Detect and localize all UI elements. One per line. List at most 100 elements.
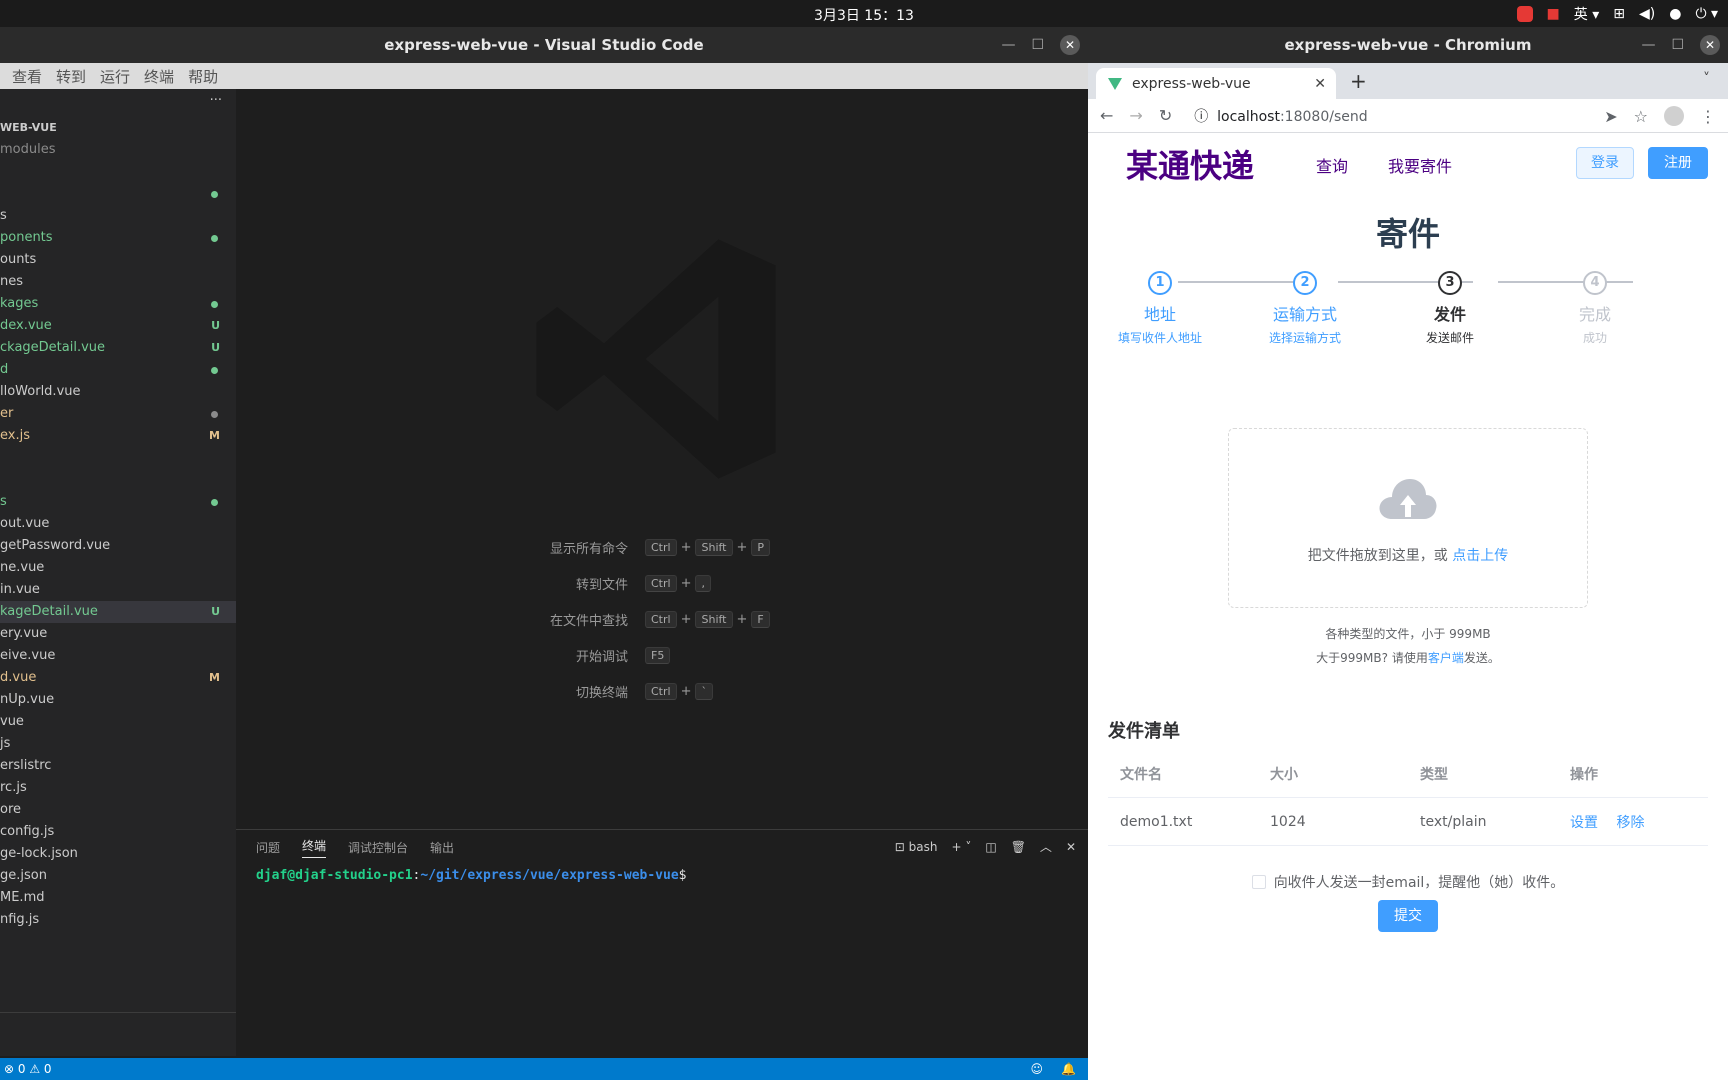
explorer-root-header[interactable]: WEB-VUE [0, 117, 236, 139]
forward-icon[interactable]: → [1129, 106, 1142, 125]
close-panel-icon[interactable]: ✕ [1066, 840, 1076, 854]
file-tree-item[interactable]: nfig.js [0, 909, 236, 931]
new-tab-icon[interactable]: + [1350, 69, 1367, 93]
menu-run[interactable]: 运行 [100, 66, 130, 87]
steps-progress: 1 地址 填写收件人地址 2 运输方式 选择运输方式 3 发件 发送邮件 4 完成 成功 [1088, 267, 1728, 357]
file-tree-item[interactable]: ME.md [0, 887, 236, 909]
menu-help[interactable]: 帮助 [188, 66, 218, 87]
file-tree-item[interactable]: ounts [0, 249, 236, 271]
volume-icon[interactable]: ◀) [1639, 6, 1655, 22]
step-description: 选择运输方式 [1268, 331, 1341, 345]
problems-status[interactable]: ⊗ 0 ⚠ 0 [4, 1062, 52, 1076]
file-tree-item[interactable]: eive.vue [0, 645, 236, 667]
remove-link[interactable]: 移除 [1616, 815, 1644, 831]
file-tree-item[interactable]: ckageDetail.vue U [0, 337, 236, 359]
minimize-icon[interactable]: — [1641, 27, 1655, 63]
file-tree-item[interactable]: js [0, 733, 236, 755]
terminal-shell-selector[interactable]: ⊡ bash [895, 840, 938, 854]
menu-view[interactable]: 查看 [12, 66, 42, 87]
tab-search-chevron-icon[interactable]: ˅ [1703, 71, 1710, 87]
upload-dropzone[interactable]: 把文件拖放到这里，或 点击上传 [1228, 428, 1588, 608]
file-tree-item[interactable]: nUp.vue [0, 689, 236, 711]
menu-terminal[interactable]: 终端 [144, 66, 174, 87]
network-icon[interactable]: ⊞ [1613, 6, 1625, 22]
menu-go[interactable]: 转到 [56, 66, 86, 87]
file-tree-item[interactable]: rc.js [0, 777, 236, 799]
clock[interactable]: 3月3日 15：13 [0, 5, 1728, 25]
file-tree-item[interactable]: ne.vue [0, 557, 236, 579]
minimize-icon[interactable]: — [1001, 27, 1015, 63]
file-tree-item[interactable]: s [0, 205, 236, 227]
address-bar[interactable]: ⓘ localhost:18080/send [1194, 106, 1367, 126]
chevron-up-icon[interactable]: ︿ [1040, 838, 1052, 855]
tab-debug-console[interactable]: 调试控制台 [348, 839, 408, 856]
login-button[interactable]: 登录 [1576, 147, 1634, 179]
file-name: ge.json [0, 868, 47, 883]
terminal-prompt[interactable]: djaf@djaf-studio-pc1:~/git/express/vue/e… [236, 868, 1088, 883]
reload-icon[interactable]: ↻ [1159, 106, 1172, 125]
tab-close-icon[interactable]: ✕ [1314, 76, 1326, 92]
file-tree-item[interactable]: d [0, 359, 236, 381]
file-tree-item[interactable]: erslistrc [0, 755, 236, 777]
file-tree-item[interactable]: kageDetail.vue U [0, 601, 236, 623]
file-tree-item[interactable]: d.vue M [0, 667, 236, 689]
register-button[interactable]: 注册 [1648, 147, 1708, 179]
browser-tab[interactable]: express-web-vue ✕ [1096, 68, 1336, 99]
split-terminal-icon[interactable]: ◫ [985, 840, 996, 854]
file-tree-item[interactable]: er [0, 403, 236, 425]
app-indicator-icon[interactable] [1516, 6, 1533, 22]
file-tree-item[interactable]: getPassword.vue [0, 535, 236, 557]
file-tree-item[interactable]: modules [0, 139, 236, 161]
menu-kebab-icon[interactable]: ⋮ [1700, 107, 1716, 126]
input-method-indicator[interactable]: 英 ▾ [1574, 4, 1599, 24]
site-logo[interactable]: 某通快递 [1126, 141, 1254, 187]
file-tree-item[interactable]: dex.vue U [0, 315, 236, 337]
more-actions-icon[interactable]: ··· [210, 93, 222, 108]
notify-email-option[interactable]: 向收件人发送一封email，提醒他（她）收件。 [1088, 872, 1728, 892]
notify-email-checkbox[interactable] [1251, 875, 1266, 889]
file-tree-item[interactable]: config.js [0, 821, 236, 843]
tab-terminal[interactable]: 终端 [302, 837, 327, 858]
microphone-icon[interactable]: ● [1669, 6, 1681, 22]
close-icon[interactable]: ✕ [1700, 35, 1720, 55]
file-tree-item[interactable] [0, 183, 236, 205]
profile-avatar[interactable] [1664, 106, 1684, 126]
close-icon[interactable]: ✕ [1060, 35, 1080, 55]
maximize-icon[interactable]: ☐ [1031, 27, 1044, 63]
file-tree-item[interactable]: ore [0, 799, 236, 821]
file-tree-item[interactable]: kages [0, 293, 236, 315]
notifications-icon[interactable]: 🔔 [1061, 1058, 1076, 1080]
send-icon[interactable]: ➤ [1604, 107, 1617, 126]
file-tree-item[interactable]: lloWorld.vue [0, 381, 236, 403]
file-tree-item[interactable]: ponents [0, 227, 236, 249]
power-icon[interactable]: ⏻ ▾ [1695, 6, 1718, 22]
file-tree-item[interactable]: ge.json [0, 865, 236, 887]
nav-query[interactable]: 查询 [1316, 153, 1348, 177]
settings-link[interactable]: 设置 [1570, 815, 1598, 831]
file-tree-item[interactable] [0, 469, 236, 491]
file-tree-item[interactable]: ex.js M [0, 425, 236, 447]
file-tree-item[interactable]: in.vue [0, 579, 236, 601]
maximize-icon[interactable]: ☐ [1671, 27, 1684, 63]
trash-icon[interactable]: 🗑 [1011, 840, 1026, 854]
file-tree-item[interactable] [0, 447, 236, 469]
bookmark-star-icon[interactable]: ☆ [1634, 107, 1648, 126]
click-upload-link[interactable]: 点击上传 [1452, 548, 1508, 564]
file-tree-item[interactable]: nes [0, 271, 236, 293]
file-tree-item[interactable] [0, 161, 236, 183]
tab-output[interactable]: 输出 [430, 839, 454, 856]
file-tree-item[interactable]: vue [0, 711, 236, 733]
tab-problems[interactable]: 问题 [256, 839, 280, 856]
file-tree-item[interactable]: ery.vue [0, 623, 236, 645]
file-tree-item[interactable]: ge-lock.json [0, 843, 236, 865]
client-link[interactable]: 客户端 [1428, 651, 1464, 665]
file-tree-item[interactable]: out.vue [0, 513, 236, 535]
screen-record-icon[interactable]: ■ [1547, 6, 1560, 22]
back-icon[interactable]: ← [1100, 106, 1113, 125]
feedback-icon[interactable]: ☺ [1031, 1058, 1044, 1080]
file-tree-item[interactable]: s [0, 491, 236, 513]
nav-send[interactable]: 我要寄件 [1388, 153, 1452, 177]
submit-button[interactable]: 提交 [1378, 900, 1438, 932]
outline-section[interactable] [0, 1012, 236, 1056]
new-terminal-icon[interactable]: + ˅ [951, 840, 971, 854]
